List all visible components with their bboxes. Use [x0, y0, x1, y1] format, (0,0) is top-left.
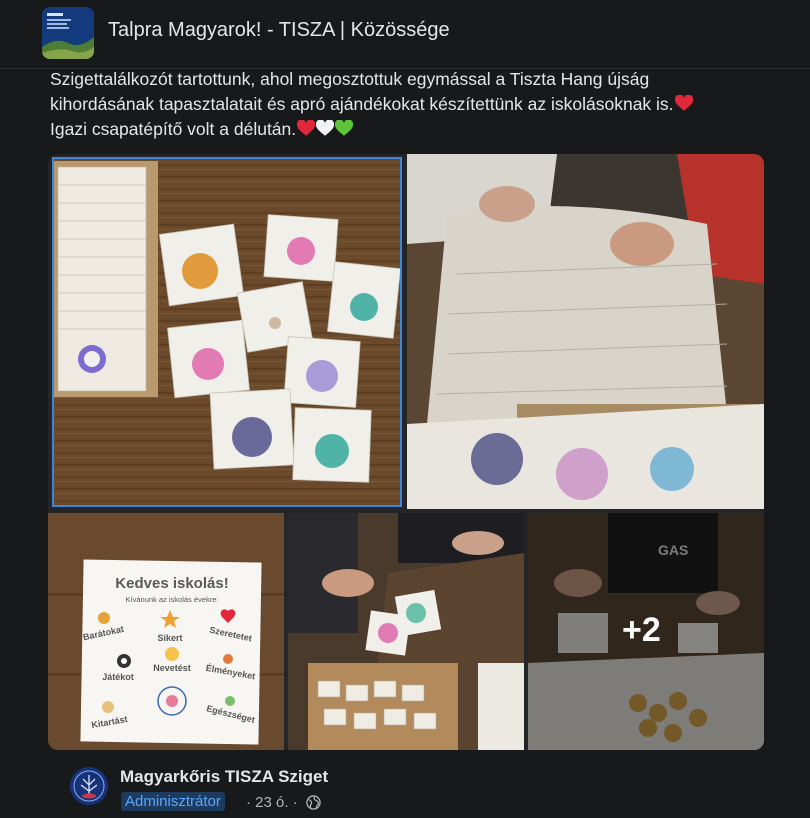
more-photos-count[interactable]: +2 [622, 611, 661, 650]
more-photos-overlay[interactable]: +2 [528, 513, 764, 750]
photo-grid: Kedves iskolás! Kívánunk az iskolás évek… [48, 154, 764, 750]
card-wish: Nevetést [153, 663, 191, 673]
card-heading: Kedves iskolás! [115, 575, 228, 592]
red-heart-icon [297, 120, 316, 136]
globe-icon[interactable] [306, 795, 321, 810]
meta-separator: · [292, 794, 298, 811]
meta-separator: · [246, 794, 251, 811]
photo-card-closeup[interactable]: Kedves iskolás! Kívánunk az iskolás évek… [48, 513, 284, 750]
group-title[interactable]: Talpra Magyarok! - TISZA | Közössége [108, 19, 450, 42]
post-text: Szigettalálkozót tartottunk, ahol megosz… [50, 67, 780, 142]
photo-more[interactable]: GAS +2 [528, 513, 764, 750]
photo-hands-with-cards[interactable] [288, 513, 524, 750]
photo-cards-on-table[interactable] [52, 157, 402, 507]
post-meta: · 23 ó. · [246, 794, 321, 811]
card-subheading: Kívánunk az iskolás évekre: [126, 595, 219, 604]
author-name[interactable]: Magyarkőris TISZA Sziget [120, 767, 328, 787]
post-text-line: Igazi csapatépítő volt a délután. [50, 117, 780, 142]
green-heart-icon [335, 120, 354, 136]
post-time[interactable]: 23 ó. [255, 794, 288, 811]
post-text-line: Szigettalálkozót tartottunk, ahol megosz… [50, 69, 650, 89]
post-text-line: kihordásának tapasztalatait és apró aján… [50, 92, 780, 117]
card-wish: Sikert [157, 633, 182, 643]
group-header: Talpra Magyarok! - TISZA | Közössége [0, 0, 810, 69]
white-heart-icon [316, 120, 335, 136]
card-wish: Játékot [102, 672, 134, 682]
photo-sorting-cards[interactable] [407, 154, 764, 509]
admin-badge: Adminisztrátor [121, 792, 225, 811]
red-heart-icon [674, 95, 693, 111]
post-author-row: Magyarkőris TISZA Sziget Adminisztrátor … [0, 755, 810, 818]
group-avatar[interactable] [42, 7, 94, 59]
author-avatar[interactable] [70, 767, 108, 805]
